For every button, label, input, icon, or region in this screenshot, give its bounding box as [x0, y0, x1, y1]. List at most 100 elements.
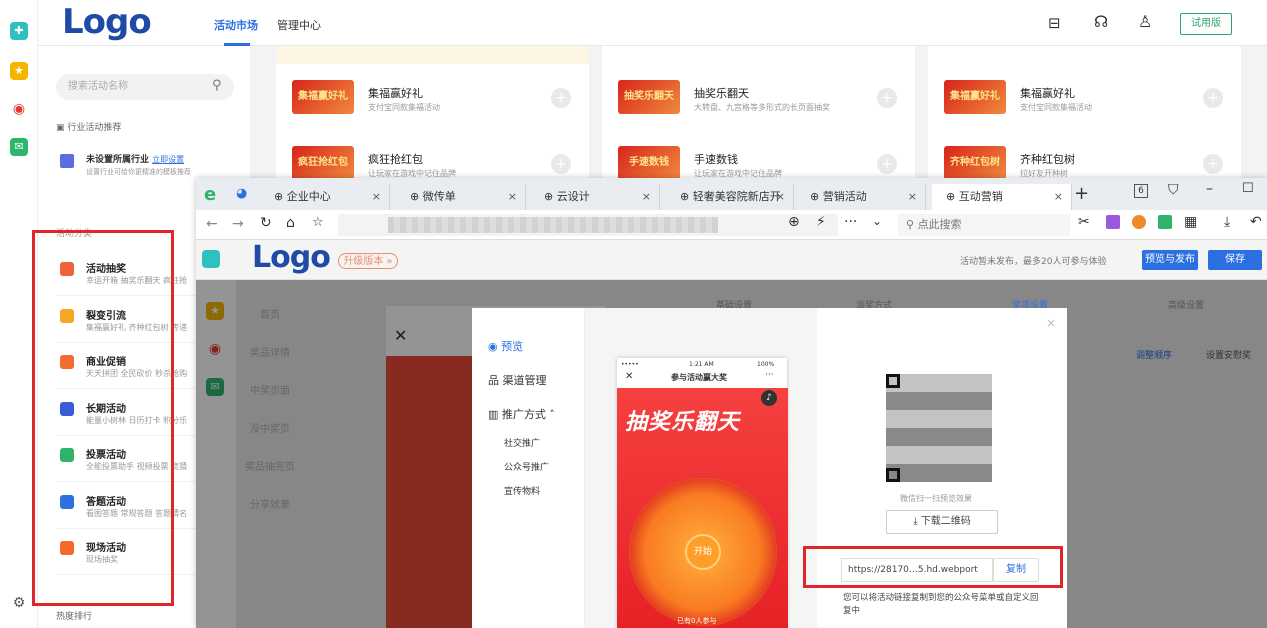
activity-card[interactable]: 抽奖乐翻天 抽奖乐翻天 大转盘、九宫格等多形式的长页面抽奖 + [602, 64, 915, 130]
card-title: 疯狂抢红包 [368, 153, 423, 166]
headset-icon[interactable]: ☊ [1094, 12, 1108, 31]
add-icon[interactable]: + [551, 88, 571, 108]
forward-icon[interactable]: → [232, 216, 244, 232]
add-icon[interactable]: + [877, 88, 897, 108]
download-label: 下载二维码 [920, 516, 971, 527]
settings-icon[interactable]: ⚙ [10, 594, 28, 612]
browser-tab[interactable]: ⊕ 轻奢美容院新店开 × [666, 184, 794, 210]
star-icon[interactable]: ★ [10, 62, 28, 80]
card-thumbnail: 抽奖乐翻天 [618, 80, 680, 114]
upgrade-button[interactable]: 升级版本 » [338, 253, 398, 269]
browser-search[interactable]: ⚲ 点此搜索 [898, 214, 1070, 236]
radio-icon: ◉ [488, 340, 502, 353]
close-icon[interactable]: × [1046, 316, 1056, 330]
activity-card[interactable]: 集福赢好礼 集福赢好礼 支付宝同款集福活动 + [928, 64, 1241, 130]
url-field[interactable] [338, 214, 838, 236]
modal-nav-channel[interactable]: 品 渠道管理 [488, 372, 547, 388]
bookmark-star-icon[interactable]: ☆ [312, 215, 324, 230]
inner-menu-item[interactable]: 没中奖页 [240, 420, 300, 435]
browser-tab[interactable]: ⊕ 营销活动 × [796, 184, 926, 210]
trial-button[interactable]: 试用版 [1180, 13, 1232, 35]
chevron-down-icon[interactable]: ⌄ [872, 214, 882, 228]
apps-icon[interactable]: ✚ [10, 22, 28, 40]
hot-ranking[interactable]: 热度排行 [56, 609, 92, 622]
browser-tab[interactable]: ⊕ 企业中心 × [260, 184, 390, 210]
compass-icon[interactable]: ◕ [236, 186, 247, 201]
shirt-icon[interactable]: ⛉ [1168, 182, 1179, 198]
sub-wechat-official[interactable]: 公众号推广 [504, 460, 549, 473]
globe-icon: ⊕ [946, 190, 959, 203]
search-icon[interactable]: ⚲ [212, 78, 222, 93]
card-title: 抽奖乐翻天 [694, 87, 749, 100]
weibo-icon[interactable]: ◉ [10, 100, 28, 118]
extension-icon[interactable] [1158, 215, 1172, 229]
back-icon[interactable]: ← [206, 216, 218, 232]
phone-stage: ••••• 1:21 AM 100% ✕ 参与活动赢大奖 ··· 抽奖乐翻天 ♪… [585, 308, 817, 628]
mail-icon[interactable]: ✉ [10, 138, 28, 156]
activity-card[interactable]: 集福赢好礼 集福赢好礼 支付宝同款集福活动 + [276, 64, 589, 130]
tab-label: 微传单 [422, 190, 456, 203]
maximize-icon[interactable]: ☐ [1242, 181, 1254, 196]
search-input[interactable]: 搜索活动名称 [56, 74, 234, 100]
card-thumbnail: 手速数钱 [618, 146, 680, 180]
phone-time: 1:21 AM [689, 361, 714, 368]
inner-menu-item[interactable]: 奖品抽完页 [240, 458, 300, 473]
channel-label: 渠道管理 [502, 374, 547, 387]
close-tab-icon[interactable]: × [1054, 184, 1063, 210]
scissors-icon[interactable]: ✂ [1078, 214, 1090, 230]
preview-label: 预览 [501, 340, 524, 353]
qr-code [886, 374, 992, 482]
modal-nav: ◉ 预览 品 渠道管理 ▥ 推广方式 ˄ 社交推广 公众号推广 宣传物料 [472, 308, 585, 628]
refresh-icon[interactable]: ↻ [260, 215, 272, 231]
close-tab-icon[interactable]: × [908, 184, 917, 210]
inner-menu-item[interactable]: 首页 [240, 306, 300, 321]
modal-nav-promotion[interactable]: ▥ 推广方式 ˄ [488, 406, 555, 422]
tab-count[interactable]: 6 [1134, 184, 1148, 198]
home-icon[interactable]: ⌂ [286, 215, 295, 231]
user-icon[interactable]: ♙ [1138, 12, 1152, 31]
browser-tab[interactable]: ⊕ 微传单 × [396, 184, 526, 210]
notice-text: 活动暂未发布，最多20人可参与体验 [960, 257, 1107, 267]
close-tab-icon[interactable]: × [642, 184, 651, 210]
set-industry-link[interactable]: 立即设置 [152, 155, 184, 164]
tab-label: 营销活动 [822, 190, 867, 203]
grid-icon[interactable]: ▦ [1184, 214, 1197, 230]
sub-social[interactable]: 社交推广 [504, 436, 540, 449]
close-tab-icon[interactable]: × [372, 184, 381, 210]
industry-section-title: ▣ 行业活动推荐 [56, 120, 121, 133]
browser-tab[interactable]: ⊕ 互动营销 × [932, 184, 1072, 210]
zoom-icon[interactable]: ⊕ [788, 214, 800, 230]
save-button[interactable]: 保存 [1208, 250, 1262, 270]
card-banner [602, 46, 915, 64]
new-tab-button[interactable]: + [1074, 183, 1089, 204]
nav-activity-market[interactable]: 活动市场 [214, 17, 258, 33]
browser-tab[interactable]: ⊕ 云设计 × [530, 184, 660, 210]
inner-menu-item[interactable]: 中奖页面 [240, 382, 300, 397]
apps-icon[interactable] [202, 250, 220, 268]
inner-menu-item[interactable]: 奖品详情 [240, 344, 300, 359]
nav-management-center[interactable]: 管理中心 [277, 17, 321, 33]
add-icon[interactable]: + [1203, 154, 1223, 174]
more-icon[interactable]: ··· [844, 214, 857, 230]
list-icon: ▣ [56, 123, 68, 133]
translate-icon[interactable] [1106, 215, 1120, 229]
close-tab-icon[interactable]: × [776, 184, 785, 210]
add-icon[interactable]: + [551, 154, 571, 174]
undo-icon[interactable]: ↶ [1250, 214, 1262, 230]
download-qr-button[interactable]: ⤓ 下载二维码 [886, 510, 998, 534]
inner-menu-item[interactable]: 分享效果 [240, 496, 300, 511]
bolt-icon[interactable]: ⚡ [816, 214, 826, 230]
sub-materials[interactable]: 宣传物料 [504, 484, 540, 497]
minimize-icon[interactable]: – [1206, 181, 1213, 197]
card-title: 齐种红包树 [1020, 153, 1075, 166]
close-tab-icon[interactable]: × [508, 184, 517, 210]
add-icon[interactable]: + [1203, 88, 1223, 108]
inner-tab[interactable]: 高级设置 [1168, 298, 1204, 311]
download-icon[interactable]: ⤓ [1224, 214, 1230, 230]
game-icon[interactable] [1132, 215, 1146, 229]
modal-nav-preview[interactable]: ◉ 预览 [488, 338, 523, 354]
briefcase-icon[interactable]: ⊟ [1048, 14, 1061, 32]
publish-button[interactable]: 预览与发布 [1142, 250, 1198, 270]
add-icon[interactable]: + [877, 154, 897, 174]
tab-strip: e ◕ + 6 ⛉ – ☐ ⊕ 企业中心 × ⊕ 微传单 × ⊕ 云设计 × ⊕ 轻奢美容院… [196, 178, 1267, 210]
